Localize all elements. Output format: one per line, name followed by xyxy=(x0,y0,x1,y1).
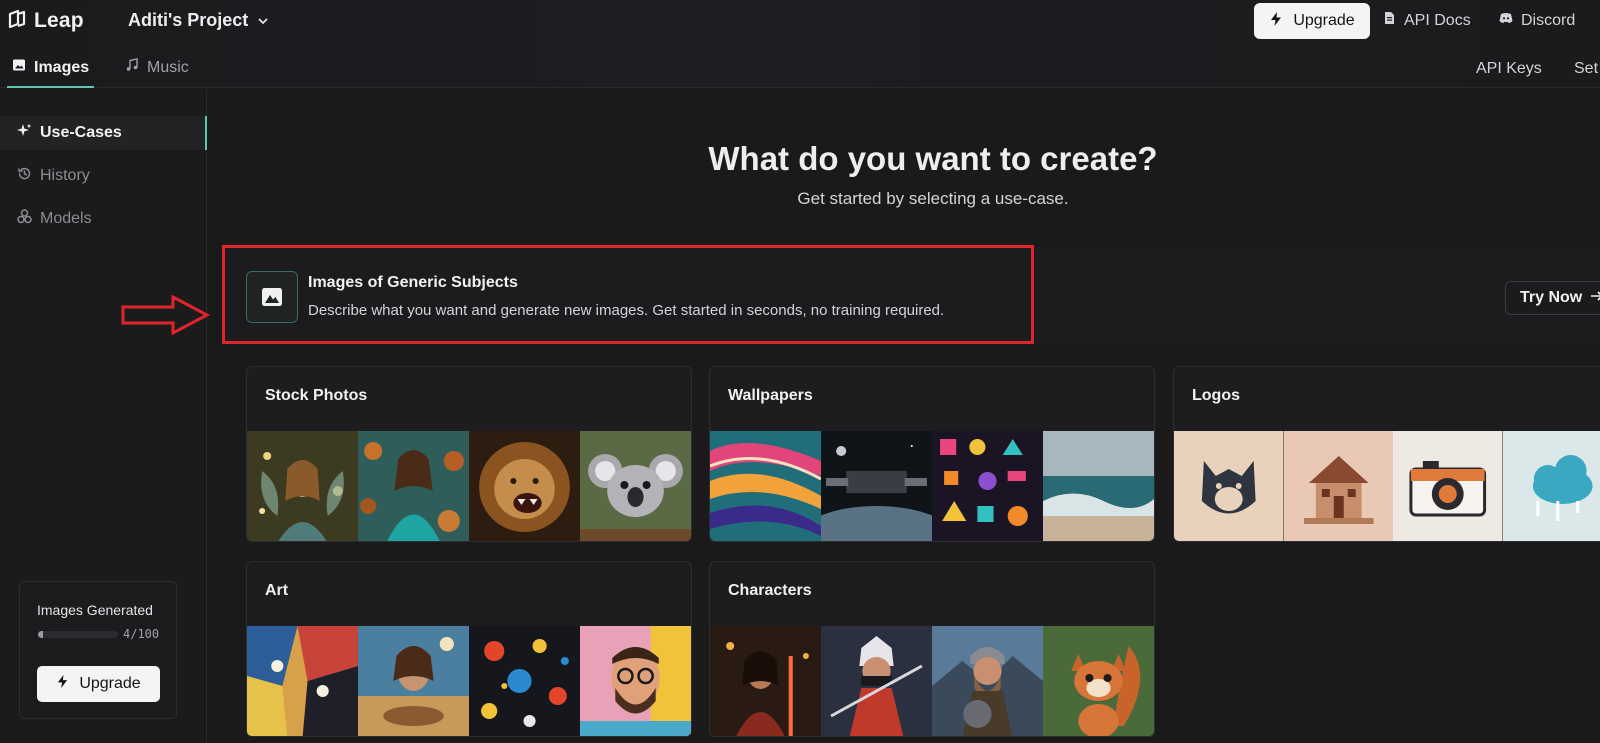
tab-images-label: Images xyxy=(34,58,90,76)
active-tab-indicator xyxy=(7,86,94,88)
tab-settings[interactable]: Set xyxy=(1574,60,1598,78)
warrior-woman-thumb xyxy=(710,626,821,736)
ocean-waves-thumb xyxy=(1043,431,1154,541)
generic-subjects-row[interactable]: Images of Generic Subjects Describe what… xyxy=(222,247,1600,342)
fairy-woman-thumb xyxy=(247,431,358,541)
sparkles-icon xyxy=(17,123,32,143)
house-logo-thumb xyxy=(1283,431,1393,541)
thumbnail-strip xyxy=(247,431,691,541)
arrow-right-icon xyxy=(1590,289,1600,308)
upgrade-label: Upgrade xyxy=(79,675,141,692)
koala-thumb xyxy=(580,431,691,541)
api-docs-label: API Docs xyxy=(1404,11,1471,29)
sidebar: Use-Cases History Models Images Generate… xyxy=(0,89,207,743)
woman-teal-dress-thumb xyxy=(358,431,469,541)
page-subtitle: Get started by selecting a use-case. xyxy=(797,189,1069,208)
usage-card: Images Generated 4/100 Upgrade xyxy=(19,581,177,719)
sidebar-item-use-cases[interactable]: Use-Cases xyxy=(0,116,207,150)
cubist-faces-thumb xyxy=(247,626,358,736)
category-title: Stock Photos xyxy=(265,387,368,404)
thumbnail-strip xyxy=(247,626,691,736)
usage-progress-bar xyxy=(38,631,118,638)
top-bar: Leap Aditi's Project Upgrade API Docs Di… xyxy=(0,0,1600,88)
thumbnail-strip xyxy=(710,626,1154,736)
document-icon xyxy=(1382,11,1396,30)
category-title: Logos xyxy=(1192,387,1240,404)
ninja-thumb xyxy=(821,626,932,736)
viking-thumb xyxy=(932,626,1043,736)
history-icon xyxy=(17,166,32,186)
sidebar-item-label: Models xyxy=(40,210,92,227)
thumbnail-strip xyxy=(710,431,1154,541)
red-arrow-annotation xyxy=(121,295,211,335)
project-name: Aditi's Project xyxy=(128,10,249,30)
chevron-down-icon xyxy=(257,15,269,27)
lightning-icon xyxy=(56,675,69,693)
usage-count: 4/100 xyxy=(123,627,160,641)
sidebar-upgrade-button[interactable]: Upgrade xyxy=(37,666,160,702)
upgrade-button[interactable]: Upgrade xyxy=(1254,3,1370,39)
leap-logo[interactable]: Leap xyxy=(7,8,84,34)
thumbnail-strip xyxy=(1174,431,1600,541)
usage-title: Images Generated xyxy=(37,602,153,618)
tab-images[interactable]: Images xyxy=(12,58,89,77)
tab-music[interactable]: Music xyxy=(125,58,189,77)
sidebar-item-models[interactable]: Models xyxy=(0,202,207,236)
leap-logo-icon xyxy=(7,9,27,34)
project-selector[interactable]: Aditi's Project xyxy=(128,10,269,31)
category-title: Wallpapers xyxy=(728,387,813,404)
camera-logo-thumb xyxy=(1393,431,1503,541)
page-title: What do you want to create? xyxy=(708,140,1158,177)
tab-api-keys[interactable]: API Keys xyxy=(1476,60,1542,78)
cloud-logo-thumb xyxy=(1502,431,1600,541)
abstract-swirl-thumb xyxy=(710,431,821,541)
category-card-logos[interactable]: Logos xyxy=(1173,366,1600,542)
category-card-stock-photos[interactable]: Stock Photos xyxy=(246,366,692,542)
try-now-label: Try Now xyxy=(1520,289,1583,306)
sidebar-item-label: History xyxy=(40,167,90,184)
tab-music-label: Music xyxy=(147,58,189,76)
generic-subjects-description: Describe what you want and generate new … xyxy=(308,302,945,319)
category-card-characters[interactable]: Characters xyxy=(709,561,1155,737)
squirrel-thumb xyxy=(1043,626,1154,736)
generic-subjects-title: Images of Generic Subjects xyxy=(308,274,518,291)
space-station-thumb xyxy=(821,431,932,541)
usage-progress-fill xyxy=(38,631,43,638)
category-card-wallpapers[interactable]: Wallpapers xyxy=(709,366,1155,542)
wolf-logo-thumb xyxy=(1174,431,1284,541)
sidebar-item-history[interactable]: History xyxy=(0,159,207,193)
sidebar-item-label: Use-Cases xyxy=(40,124,122,141)
music-icon xyxy=(125,58,139,77)
image-icon xyxy=(12,58,26,77)
geometric-pattern-thumb xyxy=(932,431,1043,541)
surreal-woman-thumb xyxy=(358,626,469,736)
upgrade-label: Upgrade xyxy=(1293,12,1355,29)
models-icon xyxy=(17,209,32,229)
pop-art-man-thumb xyxy=(580,626,691,736)
try-now-button[interactable]: Try Now xyxy=(1505,281,1600,315)
roaring-lion-thumb xyxy=(469,431,580,541)
category-title: Characters xyxy=(728,582,812,599)
category-title: Art xyxy=(265,582,289,599)
api-docs-link[interactable]: API Docs xyxy=(1382,11,1471,30)
discord-label: Discord xyxy=(1521,11,1576,29)
paint-splatter-thumb xyxy=(469,626,580,736)
category-card-art[interactable]: Art xyxy=(246,561,692,737)
landscape-image-icon xyxy=(246,271,298,323)
discord-link[interactable]: Discord xyxy=(1499,11,1575,30)
app-name: Leap xyxy=(34,9,84,32)
lightning-icon xyxy=(1269,11,1283,31)
discord-icon xyxy=(1499,11,1513,30)
